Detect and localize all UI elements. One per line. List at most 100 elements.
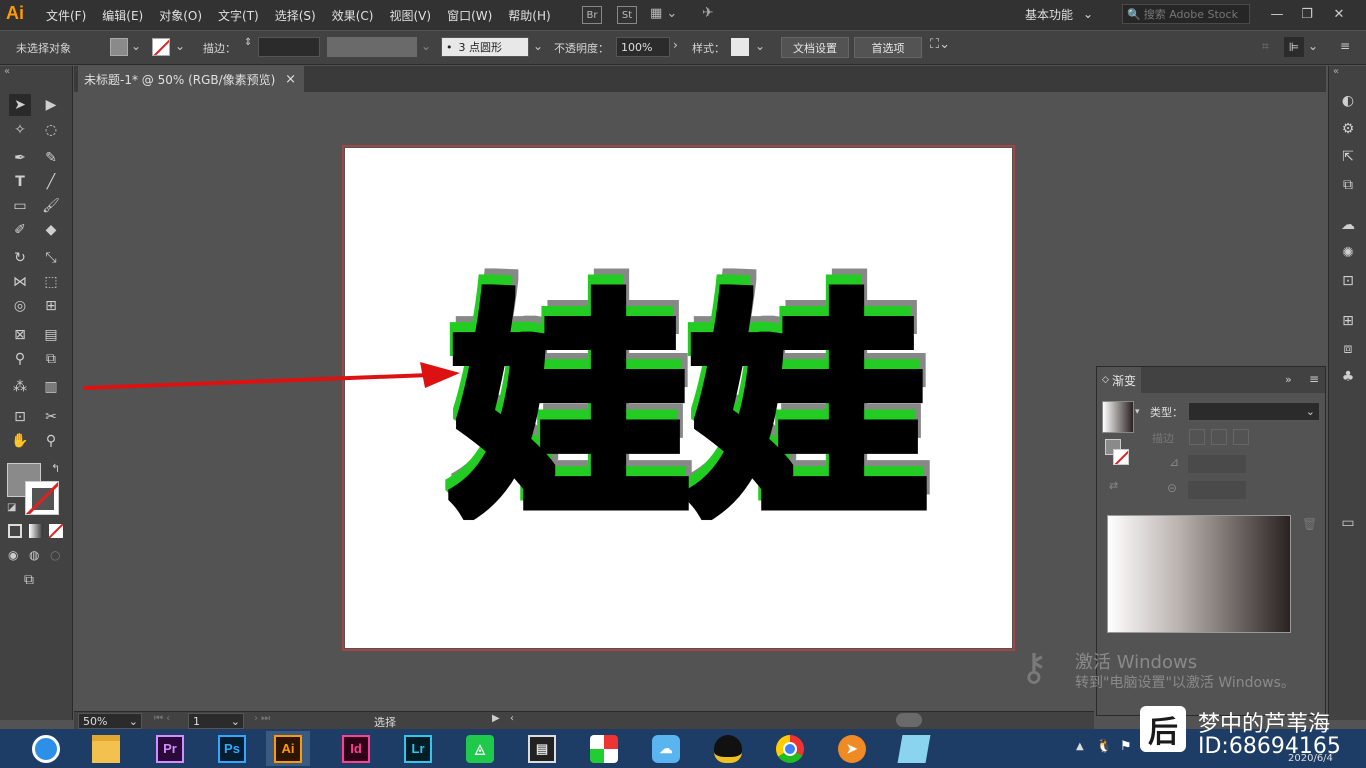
- menu-edit[interactable]: 编辑(E): [94, 7, 151, 24]
- restore-icon[interactable]: ❐: [1292, 2, 1322, 26]
- eyedropper-tool-icon[interactable]: ⚲: [9, 348, 31, 370]
- gradient-stroke-swatch[interactable]: [1113, 449, 1129, 465]
- menu-select[interactable]: 选择(S): [267, 7, 324, 24]
- screen-mode-icon[interactable]: ⧉: [24, 572, 34, 588]
- select-similar-icon[interactable]: ⛶⌄: [930, 37, 950, 52]
- aspect-ratio-field[interactable]: [1188, 481, 1246, 499]
- chevron-down-icon[interactable]: ⌄: [421, 39, 431, 53]
- chevron-down-icon[interactable]: ⌄: [533, 39, 543, 53]
- blue-app-icon[interactable]: [892, 731, 936, 766]
- status-menu-icon[interactable]: ▶: [492, 713, 500, 724]
- chevron-down-icon[interactable]: ⌄: [755, 39, 765, 53]
- stepper-icon[interactable]: ⇕: [244, 37, 252, 48]
- collapse-icon[interactable]: «: [4, 66, 10, 77]
- zoom-field[interactable]: 50% ⌄: [78, 713, 142, 729]
- stroke-weight-field[interactable]: [258, 37, 320, 57]
- photoshop-icon[interactable]: Ps: [210, 731, 254, 766]
- libraries-icon[interactable]: ☁: [1339, 216, 1357, 234]
- color-mode-icon[interactable]: [8, 524, 22, 538]
- symbol-sprayer-tool-icon[interactable]: ⁂: [9, 376, 31, 398]
- selection-tool-icon[interactable]: ➤: [9, 94, 31, 116]
- curvature-tool-icon[interactable]: ✎: [40, 147, 62, 169]
- stroke-color-swatch[interactable]: [25, 481, 59, 515]
- hand-tool-icon[interactable]: ✋: [9, 430, 31, 452]
- last-artboard-icon[interactable]: › ⏭: [254, 713, 270, 724]
- paintbrush-tool-icon[interactable]: 🖌: [40, 195, 62, 217]
- pen-tool-icon[interactable]: ✒: [9, 147, 31, 169]
- panel-menu-icon[interactable]: ≡: [1309, 372, 1319, 386]
- symbols-icon[interactable]: ♣: [1339, 368, 1357, 386]
- workspace-switcher[interactable]: 基本功能 ⌄: [1025, 4, 1105, 24]
- gradient-thumbnail[interactable]: [1102, 401, 1134, 433]
- free-transform-tool-icon[interactable]: ⬚: [40, 271, 62, 293]
- menu-effect[interactable]: 效果(C): [324, 7, 382, 24]
- reverse-gradient-icon[interactable]: ⇄: [1109, 479, 1118, 492]
- green-app-icon[interactable]: ◬: [458, 731, 502, 766]
- artboard-number-field[interactable]: 1 ⌄: [188, 713, 244, 729]
- menu-file[interactable]: 文件(F): [38, 7, 94, 24]
- gradient-type-select[interactable]: ⌄: [1188, 402, 1320, 421]
- tray-qq-icon[interactable]: 🐧: [1096, 739, 1112, 754]
- bridge-button[interactable]: Br: [582, 6, 602, 24]
- slice-tool-icon[interactable]: ✂: [40, 406, 62, 428]
- browser-icon[interactable]: [24, 731, 68, 766]
- shaper-tool-icon[interactable]: ✐: [9, 219, 31, 241]
- collapse-panel-icon[interactable]: »: [1285, 373, 1292, 386]
- expand-panels-icon[interactable]: «: [1333, 66, 1339, 77]
- none-mode-icon[interactable]: [49, 524, 63, 538]
- stroke-gradient-across-icon[interactable]: [1233, 429, 1249, 445]
- premiere-icon[interactable]: Pr: [148, 731, 192, 766]
- layers-icon[interactable]: ⧉: [1339, 176, 1357, 194]
- lasso-tool-icon[interactable]: ◌: [40, 119, 62, 141]
- stroke-gradient-along-icon[interactable]: [1211, 429, 1227, 445]
- gradient-panel-tab[interactable]: ◇ 渐变: [1097, 367, 1141, 393]
- illustrator-icon[interactable]: Ai: [266, 731, 310, 766]
- gradient-tool-icon[interactable]: ▤: [40, 324, 62, 346]
- rectangle-tool-icon[interactable]: ▭: [9, 195, 31, 217]
- draw-normal-icon[interactable]: ◉: [8, 548, 18, 562]
- column-graph-tool-icon[interactable]: ▥: [40, 376, 62, 398]
- chevron-down-icon[interactable]: ⌄: [131, 39, 141, 53]
- draw-behind-icon[interactable]: ◍: [29, 548, 39, 562]
- navigator-icon[interactable]: ▭: [1339, 514, 1357, 532]
- mesh-tool-icon[interactable]: ⊠: [9, 324, 31, 346]
- stock-button[interactable]: St: [617, 6, 637, 24]
- blend-tool-icon[interactable]: ⧉: [40, 348, 62, 370]
- delete-stop-icon[interactable]: 🗑: [1302, 517, 1317, 531]
- swap-fill-stroke-icon[interactable]: ↰: [51, 462, 60, 475]
- gradient-mode-icon[interactable]: [29, 524, 43, 538]
- orange-app-icon[interactable]: ➤: [830, 731, 874, 766]
- zoom-tool-icon[interactable]: ⚲: [40, 430, 62, 452]
- default-colors-icon[interactable]: ◪: [7, 502, 16, 513]
- align-icon[interactable]: ⊫: [1284, 37, 1304, 57]
- minimize-icon[interactable]: —: [1262, 2, 1292, 26]
- perspective-grid-tool-icon[interactable]: ⊞: [40, 295, 62, 317]
- transform-icon[interactable]: ⌗: [1262, 39, 1269, 54]
- rotate-tool-icon[interactable]: ↻: [9, 247, 31, 269]
- colorful-app-icon[interactable]: [582, 731, 626, 766]
- variable-width-profile[interactable]: [327, 37, 417, 57]
- menu-view[interactable]: 视图(V): [381, 7, 439, 24]
- stroke-gradient-within-icon[interactable]: [1189, 429, 1205, 445]
- close-tab-icon[interactable]: ×: [285, 72, 296, 87]
- graphic-style-swatch[interactable]: [731, 38, 749, 56]
- cloud-app-icon[interactable]: ☁: [644, 731, 688, 766]
- panel-menu-icon[interactable]: ≡: [1340, 39, 1350, 53]
- magic-wand-tool-icon[interactable]: ✧: [9, 119, 31, 141]
- horizontal-scroll-thumb[interactable]: [896, 713, 922, 727]
- menu-window[interactable]: 窗口(W): [439, 7, 500, 24]
- fill-swatch[interactable]: [110, 38, 128, 56]
- shape-builder-tool-icon[interactable]: ◎: [9, 295, 31, 317]
- stock-search-input[interactable]: 🔍 搜索 Adobe Stock: [1122, 4, 1250, 24]
- gpu-performance-icon[interactable]: ✈: [702, 5, 724, 25]
- menu-object[interactable]: 对象(O): [151, 7, 210, 24]
- arrange-documents-icon[interactable]: ▦ ⌄: [650, 6, 688, 24]
- lightroom-icon[interactable]: Lr: [396, 731, 440, 766]
- align-panel-icon[interactable]: ⊞: [1339, 312, 1357, 330]
- color-guide-icon[interactable]: ⚙: [1339, 120, 1357, 138]
- brush-definition[interactable]: • 3 点圆形: [441, 37, 529, 57]
- first-artboard-icon[interactable]: ⏮ ‹: [154, 713, 170, 724]
- tray-expand-icon[interactable]: ▲: [1076, 741, 1084, 752]
- pathfinder-icon[interactable]: ⧈: [1339, 340, 1357, 358]
- gradient-preview-bar[interactable]: [1107, 515, 1291, 633]
